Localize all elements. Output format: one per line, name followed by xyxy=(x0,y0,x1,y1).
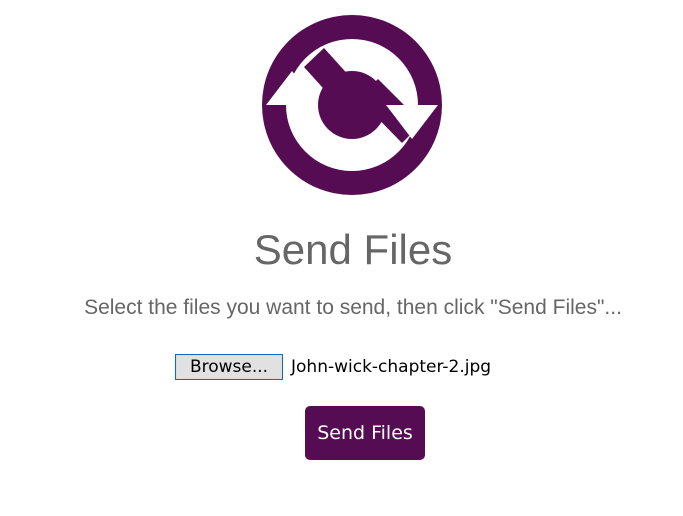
instructions-text: Select the files you want to send, then … xyxy=(84,296,622,319)
send-files-button[interactable]: Send Files xyxy=(305,406,425,460)
page-title: Send Files xyxy=(253,226,453,273)
sync-logo xyxy=(262,15,442,195)
selected-file-name: John-wick-chapter-2.jpg xyxy=(291,357,492,377)
file-input: Browse... John-wick-chapter-2.jpg xyxy=(175,354,491,380)
sync-arrows-icon xyxy=(262,15,442,195)
browse-button[interactable]: Browse... xyxy=(175,354,283,380)
